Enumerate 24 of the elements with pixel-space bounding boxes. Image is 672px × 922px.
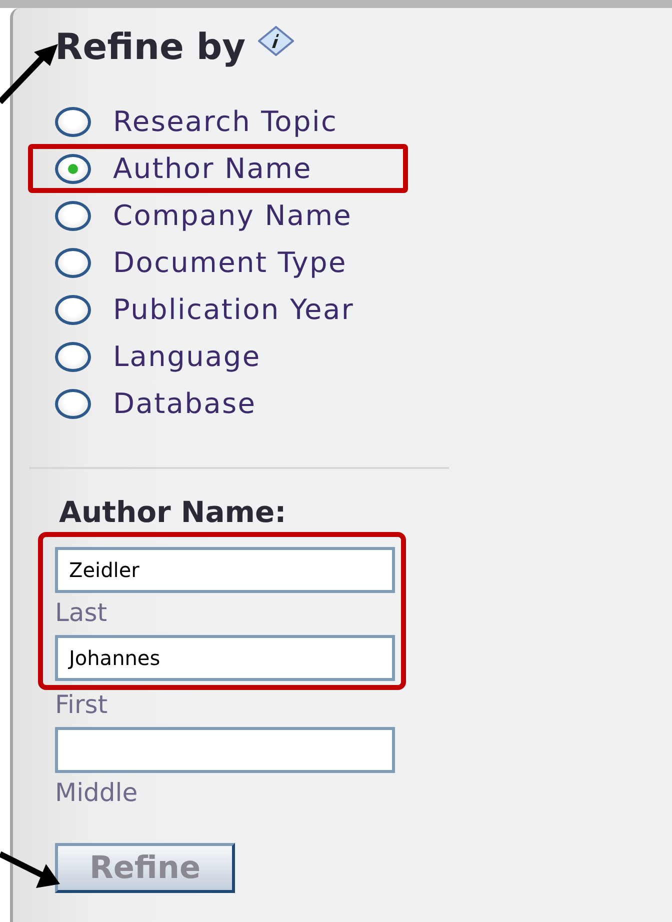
option-label: Research Topic [113, 106, 338, 136]
option-label: Company Name [113, 200, 352, 230]
radio-button[interactable] [55, 248, 91, 278]
radio-button[interactable] [55, 200, 91, 230]
radio-button[interactable] [55, 294, 91, 324]
field-caption: Last [55, 599, 108, 627]
radio-button[interactable] [55, 154, 91, 184]
pointer-arrow [0, 42, 60, 106]
name-field[interactable]: Johannes [55, 635, 395, 681]
panel-title: Refine by [55, 26, 246, 70]
option-label: Publication Year [113, 294, 354, 324]
radio-button[interactable] [55, 106, 91, 136]
field-caption: Middle [55, 779, 138, 807]
option-label: Author Name [113, 154, 312, 184]
info-icon[interactable] [258, 26, 294, 56]
name-field[interactable]: Zeidler [55, 547, 395, 593]
option-label: Database [113, 388, 256, 418]
section-heading: Author Name: [59, 495, 288, 529]
name-field[interactable] [55, 727, 395, 773]
field-caption: First [55, 691, 108, 719]
option-label: Language [113, 342, 261, 372]
radio-button[interactable] [55, 388, 91, 418]
radio-button[interactable] [55, 342, 91, 372]
option-label: Document Type [113, 248, 347, 278]
